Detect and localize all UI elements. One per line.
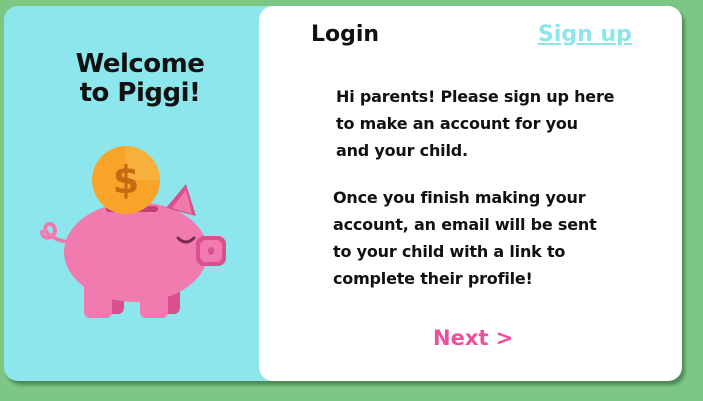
welcome-heading: Welcome to Piggi! bbox=[40, 50, 240, 108]
info-paragraph: Once you finish making your account, an … bbox=[333, 184, 663, 292]
info-line-2: account, an email will be sent bbox=[333, 215, 597, 234]
info-line-1: Once you finish making your bbox=[333, 188, 586, 207]
tab-login[interactable]: Login bbox=[311, 22, 379, 47]
piggy-bank-icon: $ bbox=[40, 146, 226, 318]
next-button[interactable]: Next > bbox=[433, 326, 513, 350]
info-line-4: complete their profile! bbox=[333, 269, 533, 288]
welcome-line-1: Welcome bbox=[75, 49, 205, 79]
svg-text:$: $ bbox=[113, 158, 139, 202]
info-line-3: to your child with a link to bbox=[333, 242, 566, 261]
welcome-line-2: to Piggi! bbox=[79, 78, 201, 108]
intro-line-1: Hi parents! Please sign up here bbox=[336, 87, 615, 106]
tab-signup[interactable]: Sign up bbox=[538, 22, 632, 47]
intro-line-3: and your child. bbox=[336, 141, 468, 160]
intro-paragraph: Hi parents! Please sign up here to make … bbox=[336, 83, 666, 164]
intro-line-2: to make an account for you bbox=[336, 114, 578, 133]
